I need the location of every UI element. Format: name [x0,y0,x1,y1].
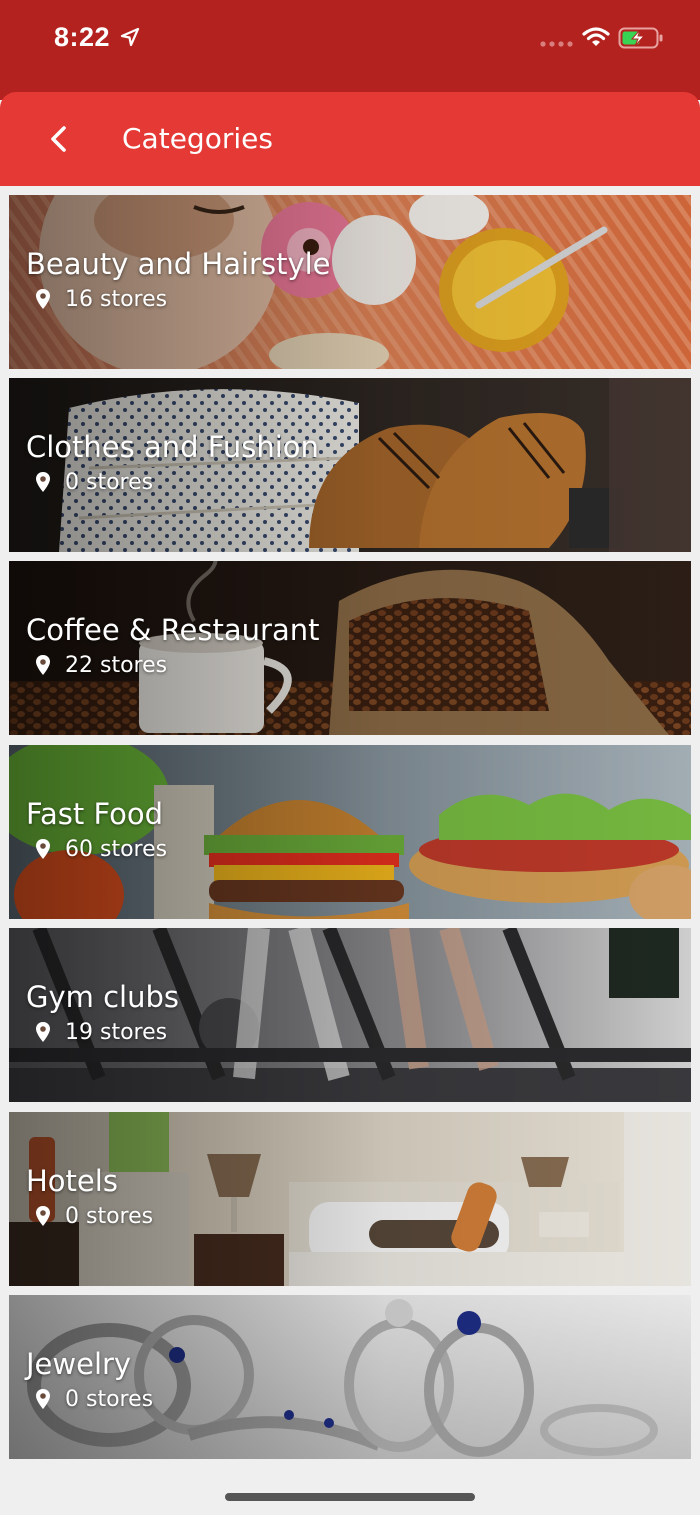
home-indicator[interactable] [225,1493,475,1501]
map-pin-icon [36,1206,50,1226]
store-count: 0 stores [35,468,153,496]
category-card-jewelry[interactable]: Jewelry 0 stores [9,1295,691,1459]
status-time: 8:22 [54,22,111,52]
back-button[interactable] [40,114,80,164]
map-pin-icon [36,1389,50,1409]
category-card-gym[interactable]: Gym clubs 19 stores [9,928,691,1102]
category-card-beauty[interactable]: Beauty and Hairstyle 16 stores [9,195,691,369]
card-overlay [9,195,691,369]
category-title: Jewelry [26,1347,132,1381]
category-title: Clothes and Fushion [26,430,319,464]
category-card-hotels[interactable]: Hotels 0 stores [9,1112,691,1286]
store-count: 0 stores [35,1202,153,1230]
map-pin-icon [36,655,50,675]
card-overlay [9,378,691,552]
store-count: 19 stores [35,1018,167,1046]
store-count-label: 16 stores [65,286,168,312]
map-pin-icon [36,1022,50,1042]
category-title: Hotels [26,1164,118,1198]
store-count: 60 stores [35,835,167,863]
card-overlay [9,928,691,1102]
store-count-label: 19 stores [65,1019,168,1045]
map-pin-icon [36,472,50,492]
store-count: 22 stores [35,651,167,679]
status-bar: 8:22 [0,0,700,100]
store-count-label: 60 stores [65,836,168,862]
card-overlay [9,1112,691,1286]
card-overlay [9,745,691,919]
map-pin-icon [36,839,50,859]
store-count: 16 stores [35,285,167,313]
category-title: Fast Food [26,797,164,831]
page-title: Categories [122,122,273,155]
app-bar: Categories [0,92,700,186]
location-arrow-icon [120,27,140,47]
store-count-label: 0 stores [65,469,154,495]
category-title: Coffee & Restaurant [26,613,320,647]
wifi-icon [582,27,610,46]
chevron-left-icon [51,126,66,152]
category-title: Beauty and Hairstyle [26,247,331,281]
map-pin-icon [36,289,50,309]
card-overlay [9,561,691,735]
category-card-fast-food[interactable]: Fast Food 60 stores [9,745,691,919]
store-count-label: 0 stores [65,1386,154,1412]
category-card-coffee[interactable]: Coffee & Restaurant 22 stores [9,561,691,735]
category-title: Gym clubs [26,980,180,1014]
signal-icon [540,41,573,47]
store-count-label: 22 stores [65,652,168,678]
store-count: 0 stores [35,1385,153,1413]
battery-charging-icon [618,27,663,49]
category-card-clothes[interactable]: Clothes and Fushion 0 stores [9,378,691,552]
store-count-label: 0 stores [65,1203,154,1229]
